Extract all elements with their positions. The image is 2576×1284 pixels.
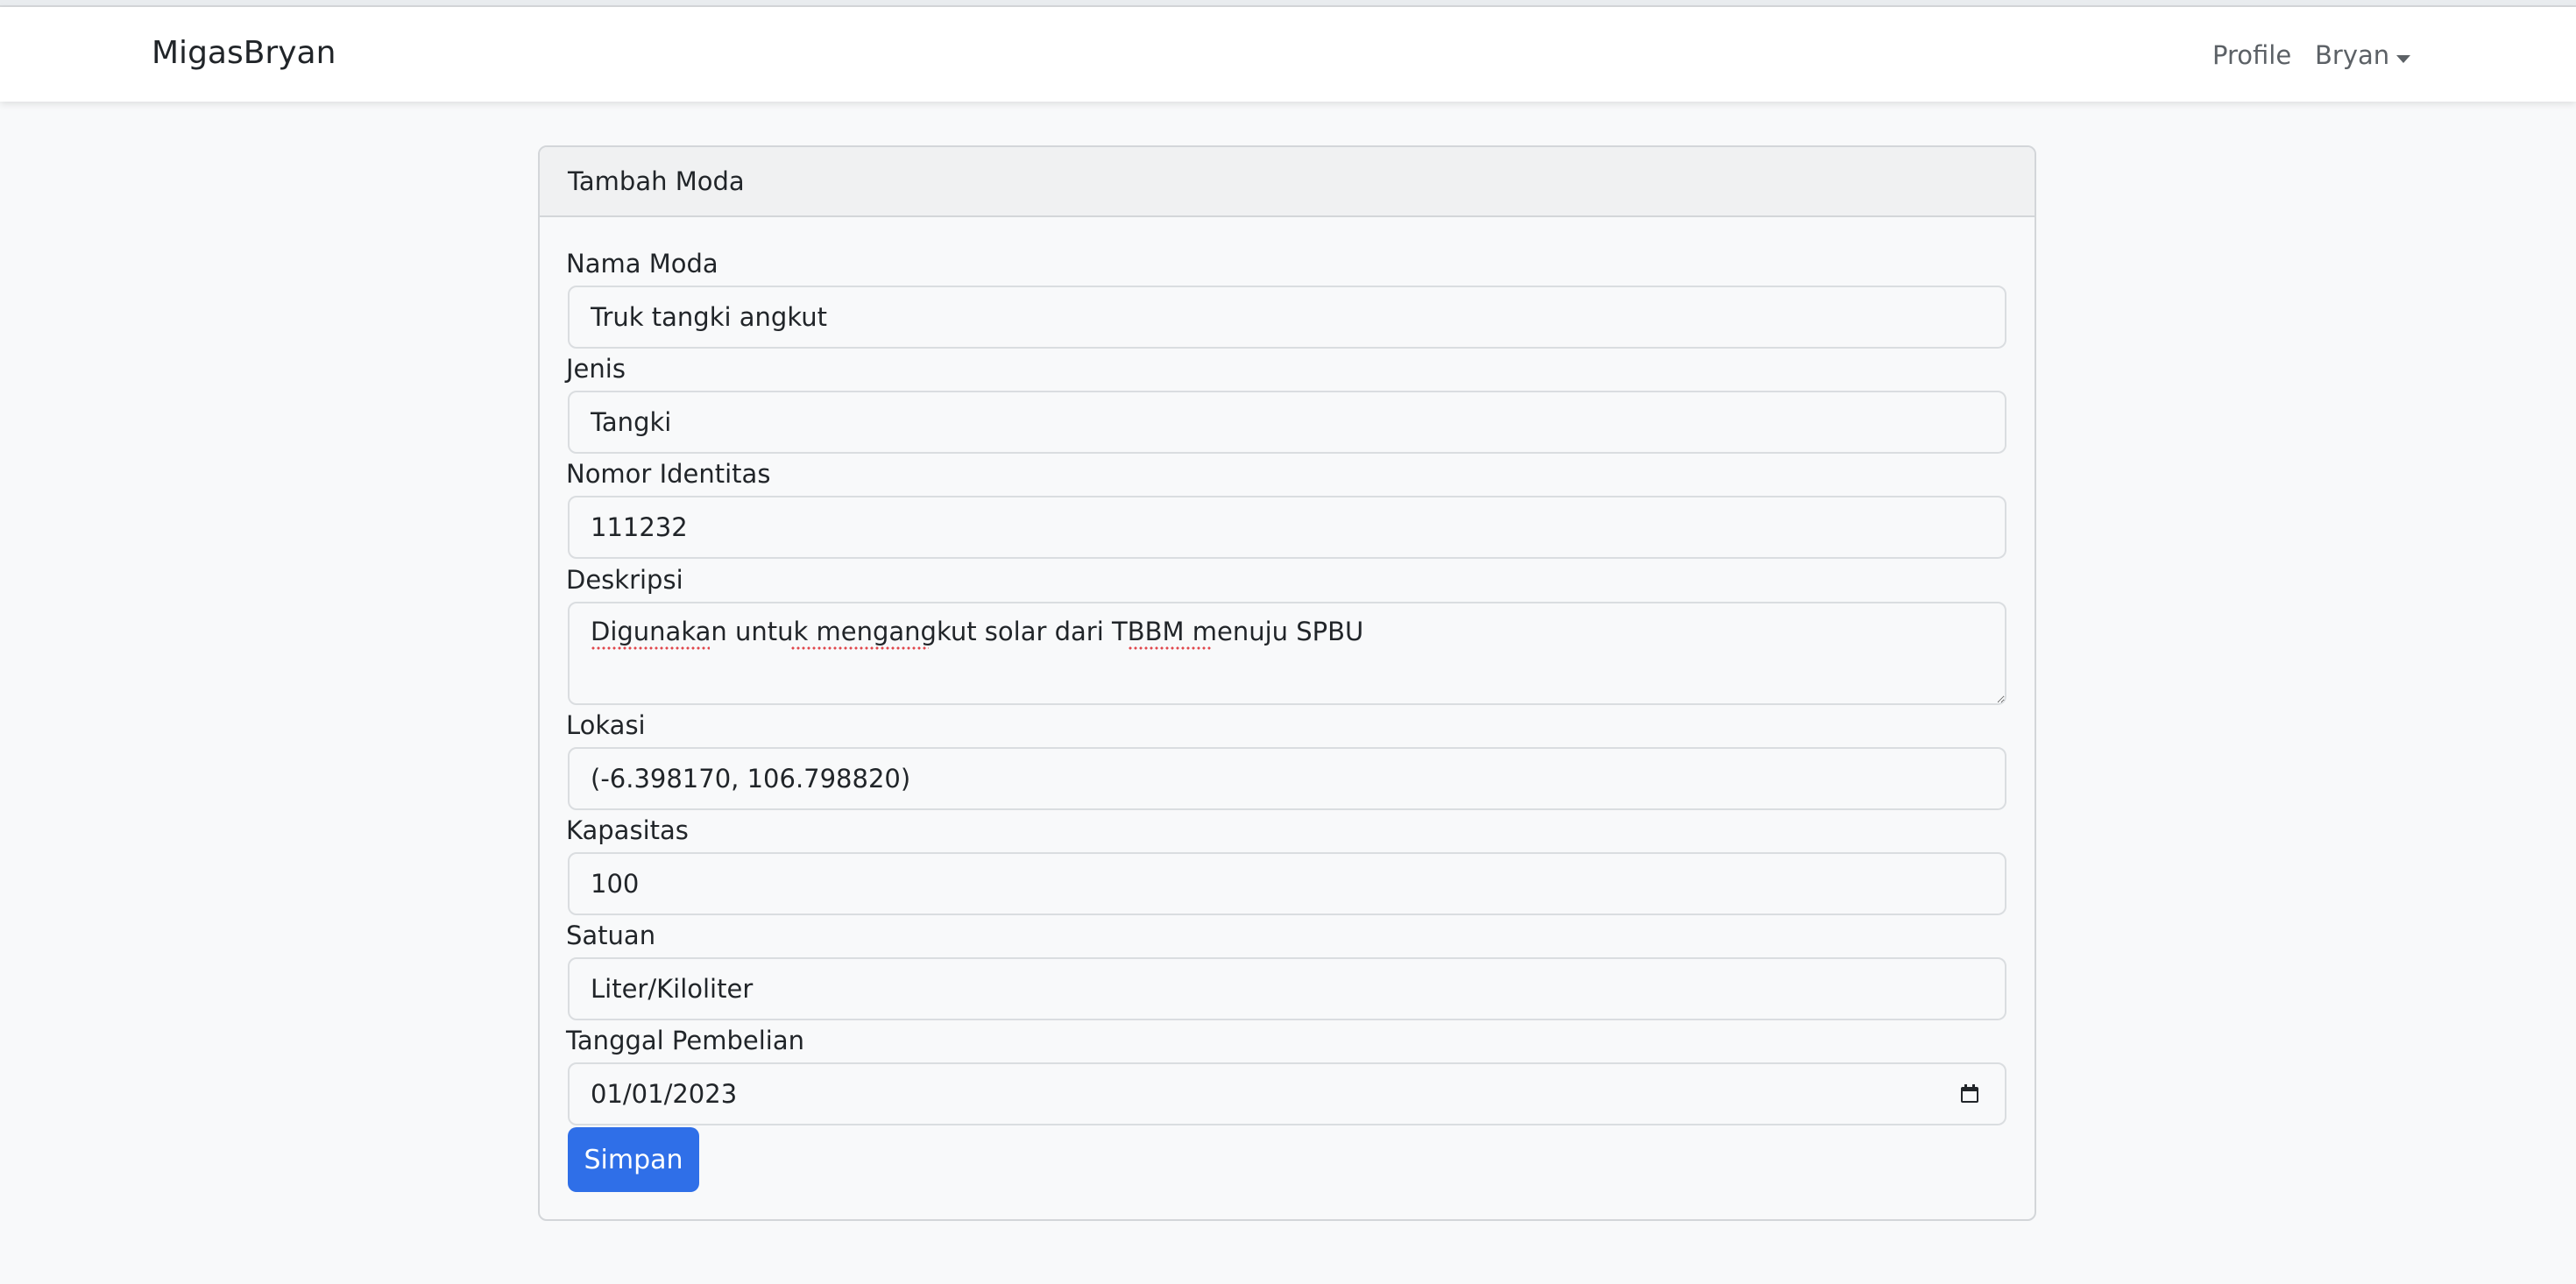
- nav-profile-link[interactable]: Profile: [2212, 40, 2291, 70]
- label-nama-moda: Nama Moda: [566, 249, 718, 279]
- browser-top-line: [0, 0, 2576, 7]
- nama-moda-input[interactable]: [568, 286, 2006, 349]
- card-header: Tambah Moda: [540, 147, 2035, 217]
- lokasi-input[interactable]: [568, 747, 2006, 810]
- jenis-input[interactable]: [568, 391, 2006, 454]
- card-title: Tambah Moda: [568, 166, 745, 196]
- satuan-input[interactable]: [568, 957, 2006, 1020]
- kapasitas-input[interactable]: [568, 852, 2006, 915]
- tanggal-pembelian-input[interactable]: [568, 1062, 2006, 1125]
- caret-down-icon[interactable]: [2396, 55, 2410, 63]
- nav-user-dropdown[interactable]: Bryan: [2315, 40, 2389, 70]
- simpan-button[interactable]: Simpan: [568, 1127, 699, 1192]
- label-tanggal-pembelian: Tanggal Pembelian: [566, 1026, 804, 1055]
- label-deskripsi: Deskripsi: [566, 565, 683, 595]
- deskripsi-textarea[interactable]: Digunakan untuk mengangkut solar dari TB…: [568, 602, 2006, 705]
- nomor-identitas-input[interactable]: [568, 496, 2006, 559]
- spellcheck-underline: [1128, 646, 1212, 650]
- label-jenis: Jenis: [566, 354, 626, 384]
- calendar-icon[interactable]: [1959, 1083, 1980, 1104]
- label-satuan: Satuan: [566, 921, 656, 950]
- label-nomor-identitas: Nomor Identitas: [566, 459, 771, 489]
- navbar-brand[interactable]: MigasBryan: [152, 35, 336, 71]
- spellcheck-underline: [790, 646, 929, 650]
- navbar: MigasBryan Profile Bryan: [0, 7, 2576, 102]
- label-lokasi: Lokasi: [566, 710, 646, 740]
- spellcheck-underline: [591, 646, 710, 650]
- label-kapasitas: Kapasitas: [566, 815, 689, 845]
